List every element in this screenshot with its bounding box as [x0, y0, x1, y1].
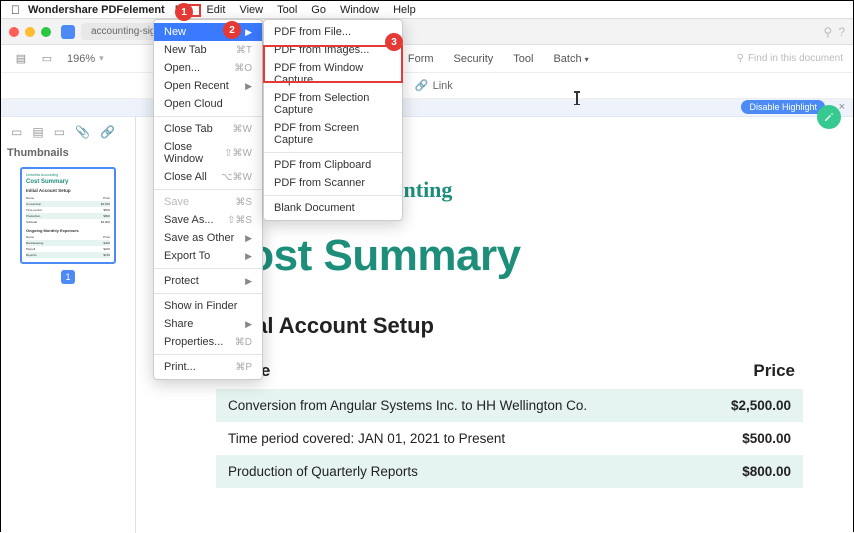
- file-menu-item[interactable]: Show in Finder: [154, 297, 262, 315]
- file-menu-item[interactable]: Open Cloud: [154, 95, 262, 113]
- new-submenu-item[interactable]: PDF from Scanner: [264, 174, 402, 192]
- text-cursor-icon: [576, 92, 578, 104]
- file-menu-item[interactable]: Close Window⇧⌘W: [154, 138, 262, 168]
- callout-badge-2: 2: [223, 21, 241, 39]
- thumbnail-view-icon[interactable]: ▭: [11, 125, 22, 139]
- zoom-window-icon[interactable]: [41, 27, 51, 37]
- zoom-dropdown-icon[interactable]: ▾: [99, 53, 104, 64]
- file-menu-item[interactable]: Share▶: [154, 315, 262, 333]
- file-menu-item[interactable]: Export To▶: [154, 247, 262, 265]
- file-menu-item[interactable]: New▶: [154, 23, 262, 41]
- new-submenu-item[interactable]: Blank Document: [264, 199, 402, 217]
- tool-batch[interactable]: Batch ▾: [553, 53, 588, 65]
- file-menu-item[interactable]: Save As...⇧⌘S: [154, 211, 262, 229]
- menu-tool[interactable]: Tool: [277, 4, 297, 16]
- new-submenu-item[interactable]: PDF from Images...: [264, 41, 402, 59]
- file-menu: New▶New Tab⌘TOpen...⌘OOpen Recent▶Open C…: [153, 19, 263, 380]
- zoom-level[interactable]: 196%: [67, 53, 95, 65]
- highlight-info-bar: Disable Highlight ×: [1, 99, 853, 117]
- page-number-badge[interactable]: 1: [61, 270, 75, 284]
- file-menu-item[interactable]: Properties...⌘D: [154, 333, 262, 351]
- thumbnails-sidebar: ▭ ▤ ▭ 📎 🔗 Thumbnails Umbrella Accounting…: [1, 117, 136, 533]
- main-toolbar: ▤ ▭ 196% ▾ Markup Convert Edit Form Secu…: [1, 45, 853, 73]
- callout-badge-1: 1: [175, 3, 193, 21]
- search-box[interactable]: ⚲Find in this document: [737, 53, 843, 64]
- file-menu-item[interactable]: New Tab⌘T: [154, 41, 262, 59]
- menu-view[interactable]: View: [239, 4, 263, 16]
- mac-menubar:  Wondershare PDFelement File Edit View …: [1, 1, 853, 19]
- new-submenu-item[interactable]: PDF from Screen Capture: [264, 119, 402, 149]
- col-price-header: Price: [753, 361, 795, 381]
- document-title: Cost Summary: [216, 231, 803, 281]
- table-row: Conversion from Angular Systems Inc. to …: [216, 389, 803, 422]
- attachment-icon[interactable]: 📎: [75, 125, 90, 139]
- file-menu-item[interactable]: Open...⌘O: [154, 59, 262, 77]
- annotation-icon[interactable]: ▭: [54, 125, 65, 139]
- file-menu-item[interactable]: Save⌘S: [154, 193, 262, 211]
- callout-badge-3: 3: [385, 33, 403, 51]
- new-submenu-item[interactable]: PDF from Clipboard: [264, 156, 402, 174]
- cost-table: Name Price Conversion from Angular Syste…: [216, 357, 803, 488]
- traffic-lights: [9, 27, 51, 37]
- bookmark-icon[interactable]: ▤: [32, 125, 43, 139]
- annotation-fab[interactable]: [817, 105, 841, 129]
- workspace: ▭ ▤ ▭ 📎 🔗 Thumbnails Umbrella Accounting…: [1, 117, 853, 533]
- menu-edit[interactable]: Edit: [206, 4, 225, 16]
- apple-logo-icon[interactable]: : [11, 3, 20, 17]
- minimize-window-icon[interactable]: [25, 27, 35, 37]
- menu-window[interactable]: Window: [340, 4, 379, 16]
- new-submenu-item[interactable]: PDF from Selection Capture: [264, 89, 402, 119]
- menu-help[interactable]: Help: [393, 4, 416, 16]
- page-thumbnail[interactable]: Umbrella Accounting Cost Summary Initial…: [20, 167, 116, 264]
- file-menu-item[interactable]: Open Recent▶: [154, 77, 262, 95]
- search-icon[interactable]: ⚲: [824, 25, 833, 39]
- new-submenu-item[interactable]: PDF from Window Capture: [264, 59, 402, 89]
- view-mode-icon[interactable]: ▭: [37, 49, 57, 69]
- table-row: Time period covered: JAN 01, 2021 to Pre…: [216, 422, 803, 455]
- file-menu-item[interactable]: Close All⌥⌘W: [154, 168, 262, 186]
- window-titlebar: accounting-sign_Opt... + ⚲ ?: [1, 19, 853, 45]
- table-row: Production of Quarterly Reports $800.00: [216, 455, 803, 488]
- file-menu-item[interactable]: Protect▶: [154, 272, 262, 290]
- help-icon[interactable]: ?: [838, 25, 845, 39]
- menu-go[interactable]: Go: [311, 4, 326, 16]
- tool-tool[interactable]: Tool: [513, 53, 533, 65]
- file-menu-item[interactable]: Print...⌘P: [154, 358, 262, 376]
- file-menu-item[interactable]: Save as Other▶: [154, 229, 262, 247]
- edit-sub-toolbar: T Text ▣ Image 🔗 Link: [1, 73, 853, 99]
- edit-link-button[interactable]: 🔗 Link: [415, 79, 453, 92]
- app-icon: [61, 25, 75, 39]
- sidebar-toggle-icon[interactable]: ▤: [11, 49, 31, 69]
- disable-highlight-button[interactable]: Disable Highlight: [741, 100, 825, 114]
- new-submenu: PDF from File...PDF from Images...PDF fr…: [263, 19, 403, 221]
- section-heading: Initial Account Setup: [216, 313, 803, 339]
- new-submenu-item[interactable]: PDF from File...: [264, 23, 402, 41]
- link-panel-icon[interactable]: 🔗: [100, 125, 115, 139]
- app-name[interactable]: Wondershare PDFelement: [28, 4, 165, 16]
- tool-security[interactable]: Security: [454, 53, 494, 65]
- sidebar-title: Thumbnails: [7, 147, 129, 159]
- file-menu-item[interactable]: Close Tab⌘W: [154, 120, 262, 138]
- tool-form[interactable]: Form: [408, 53, 434, 65]
- close-window-icon[interactable]: [9, 27, 19, 37]
